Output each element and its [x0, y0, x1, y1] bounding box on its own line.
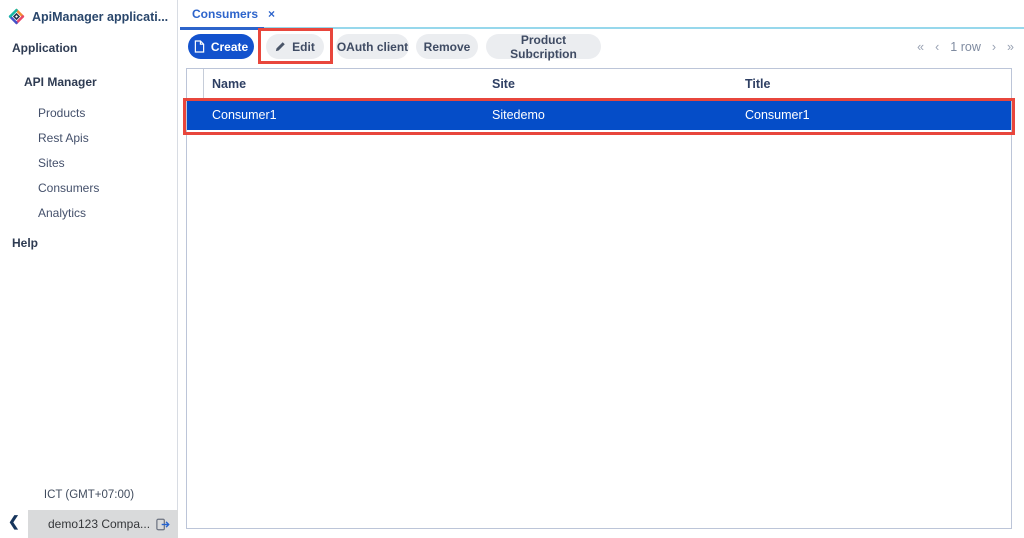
sidebar-item-sites[interactable]: Sites: [38, 156, 65, 170]
sidebar-item-consumers[interactable]: Consumers: [38, 181, 99, 195]
app-title: ApiManager applicati...: [32, 10, 168, 24]
app-header: ApiManager applicati...: [0, 0, 177, 33]
account-bar[interactable]: demo123 Compa...: [28, 510, 178, 538]
app-window: ApiManager applicati... Application API …: [0, 0, 1024, 538]
account-label: demo123 Compa...: [42, 517, 156, 531]
product-subscription-button-label: Product Subcription: [486, 33, 601, 61]
remove-button-label: Remove: [424, 40, 471, 54]
tab-consumers[interactable]: Consumers ×: [180, 0, 287, 30]
row-site-cell: Sitedemo: [484, 108, 737, 122]
oauth-client-button-label: OAuth client: [337, 40, 408, 54]
sidebar-item-analytics[interactable]: Analytics: [38, 206, 86, 220]
pagination-row-count: 1 row: [950, 40, 981, 54]
table-header-title: Title: [737, 69, 1011, 99]
tab-close-icon[interactable]: ×: [268, 7, 275, 21]
tab-consumers-label: Consumers: [192, 7, 258, 21]
table-header-select-column: [187, 69, 204, 99]
timezone-label: ICT (GMT+07:00): [0, 489, 178, 501]
create-button[interactable]: Create: [188, 34, 254, 59]
tab-bar: Consumers ×: [178, 0, 1024, 30]
oauth-client-button[interactable]: OAuth client: [336, 34, 409, 59]
app-logo-icon: [8, 8, 25, 25]
sidebar-section-help[interactable]: Help: [12, 236, 38, 250]
sidebar-item-rest-apis[interactable]: Rest Apis: [38, 131, 89, 145]
row-title-cell: Consumer1: [737, 108, 1011, 122]
sidebar-item-api-manager[interactable]: API Manager: [24, 75, 97, 89]
product-subscription-button[interactable]: Product Subcription: [486, 34, 601, 59]
edit-button[interactable]: Edit: [266, 34, 324, 59]
create-button-label: Create: [211, 40, 248, 54]
pagination: « ‹ 1 row › »: [917, 34, 1014, 59]
pagination-next-icon[interactable]: ›: [992, 40, 996, 54]
tabbar-underline: [264, 27, 1024, 29]
pagination-prev-icon[interactable]: ‹: [935, 40, 939, 54]
sign-out-icon[interactable]: [156, 518, 170, 531]
table-row-selected[interactable]: Consumer1 Sitedemo Consumer1: [187, 100, 1011, 130]
pagination-first-icon[interactable]: «: [917, 40, 924, 54]
edit-button-label: Edit: [292, 40, 315, 54]
sidebar-section-application: Application: [12, 41, 77, 55]
file-icon: [194, 40, 205, 53]
table-header-site: Site: [484, 69, 737, 99]
table-header: Name Site Title: [187, 69, 1011, 100]
pagination-last-icon[interactable]: »: [1007, 40, 1014, 54]
sidebar: ApiManager applicati... Application API …: [0, 0, 178, 538]
table-header-name: Name: [204, 69, 484, 99]
sidebar-item-products[interactable]: Products: [38, 106, 85, 120]
remove-button[interactable]: Remove: [416, 34, 478, 59]
pencil-icon: [275, 41, 286, 52]
row-name-cell: Consumer1: [204, 108, 484, 122]
consumers-table: Name Site Title Consumer1 Sitedemo Consu…: [186, 68, 1012, 529]
sidebar-collapse-icon[interactable]: ❮: [8, 513, 20, 530]
